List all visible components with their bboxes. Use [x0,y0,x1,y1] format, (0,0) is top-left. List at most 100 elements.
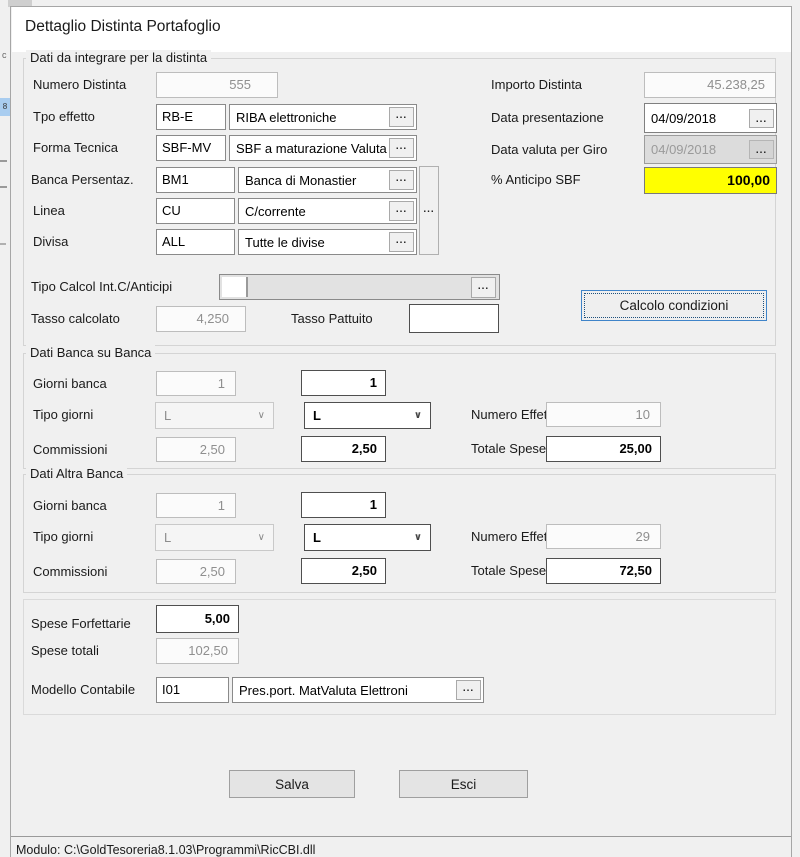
chevron-down-icon: ∨ [414,532,422,543]
chevron-down-icon: ∨ [258,410,265,421]
multi-lookup-button[interactable]: ... [419,166,439,255]
g3-numero-effetti-field: 29 [546,524,661,549]
g2-commissioni-input[interactable]: 2,50 [301,436,386,462]
divisa-label: Divisa [33,229,68,255]
spese-forfettarie-label: Spese Forfettarie [31,611,131,637]
numero-distinta-label: Numero Distinta [33,72,126,98]
data-valuta-giro-calendar-button[interactable]: ... [749,140,774,159]
tasso-pattuito-input[interactable] [409,304,499,333]
g2-commissioni-readonly: 2,50 [156,437,236,462]
tipo-calcolo-field: ... [219,274,500,300]
tipo-effetto-lookup-button[interactable]: ... [389,107,414,127]
forma-tecnica-desc-text: SBF a maturazione Valuta [230,141,389,156]
g3-numero-effetti-label: Numero Effetti [471,524,554,550]
tipo-effetto-code-input[interactable]: RB-E [156,104,226,130]
tasso-calcolato-field: 4,250 [156,306,246,332]
g2-numero-effetti-label: Numero Effetti [471,402,554,428]
data-presentazione-calendar-button[interactable]: ... [749,109,774,128]
g3-totale-spese-input[interactable]: 72,50 [546,558,661,584]
background-tick [0,186,7,188]
banca-presentaz-label: Banca Persentaz. [31,167,134,193]
importo-distinta-label: Importo Distinta [491,72,582,98]
g3-tipo-giorni-label: Tipo giorni [33,524,93,550]
g2-giorni-banca-readonly: 1 [156,371,236,396]
tipo-calcolo-code-input[interactable] [222,277,248,297]
status-module-path: Modulo: C:\GoldTesoreria8.1.03\Programmi… [16,843,315,857]
g3-giorni-banca-readonly: 1 [156,493,236,518]
divisa-lookup-button[interactable]: ... [389,232,414,252]
background-text-fragment: c [2,50,7,60]
g3-tipo-giorni-value: L [313,530,321,545]
esci-button[interactable]: Esci [399,770,528,798]
divisa-desc-field: Tutte le divise ... [238,229,417,255]
linea-lookup-button[interactable]: ... [389,201,414,221]
modello-contabile-lookup-button[interactable]: ... [456,680,481,700]
linea-code-input[interactable]: CU [156,198,235,224]
modello-contabile-desc-field: Pres.port. MatValuta Elettroni ... [232,677,484,703]
data-valuta-giro-label: Data valuta per Giro [491,137,607,163]
g2-tipo-giorni-readonly-combo: L ∨ [155,402,274,429]
modello-contabile-label: Modello Contabile [31,677,135,703]
g3-commissioni-input[interactable]: 2,50 [301,558,386,584]
anticipo-sbf-field[interactable]: 100,00 [644,167,777,194]
spese-totali-field: 102,50 [156,638,239,664]
data-valuta-giro-value: 04/09/2018 [647,142,749,157]
chevron-down-icon: ∨ [258,532,265,543]
g2-commissioni-label: Commissioni [33,437,107,463]
g2-tipo-giorni-combo[interactable]: L ∨ [304,402,431,429]
numero-distinta-field: 555 [156,72,278,98]
linea-label: Linea [33,198,65,224]
g2-tipo-giorni-readonly-value: L [164,408,171,423]
forma-tecnica-lookup-button[interactable]: ... [389,138,414,158]
g3-commissioni-readonly: 2,50 [156,559,236,584]
g2-giorni-banca-label: Giorni banca [33,371,107,397]
g3-totale-spese-label: Totale Spese [471,558,546,584]
data-presentazione-label: Data presentazione [491,105,604,131]
banca-presentaz-desc-field: Banca di Monastier ... [238,167,417,193]
spese-totali-label: Spese totali [31,638,99,664]
status-bar: Modulo: C:\GoldTesoreria8.1.03\Programmi… [11,836,791,857]
linea-desc-field: C/corrente ... [238,198,417,224]
group-dati-banca-su-banca-title: Dati Banca su Banca [26,345,155,360]
data-presentazione-value[interactable]: 04/09/2018 [647,111,749,126]
background-tick [0,243,6,245]
data-presentazione-field[interactable]: 04/09/2018 ... [644,103,777,133]
banca-presentaz-lookup-button[interactable]: ... [389,170,414,190]
g2-numero-effetti-field: 10 [546,402,661,427]
g2-tipo-giorni-label: Tipo giorni [33,402,93,428]
dettaglio-distinta-dialog: Dettaglio Distinta Portafoglio Dati da i… [10,6,792,857]
importo-distinta-field: 45.238,25 [644,72,776,98]
dialog-title: Dettaglio Distinta Portafoglio [25,18,221,36]
data-valuta-giro-field: 04/09/2018 ... [644,135,777,164]
divisa-desc-text: Tutte le divise [239,235,389,250]
spese-forfettarie-input[interactable]: 5,00 [156,605,239,633]
g3-giorni-banca-label: Giorni banca [33,493,107,519]
g3-tipo-giorni-combo[interactable]: L ∨ [304,524,431,551]
forma-tecnica-code-input[interactable]: SBF-MV [156,135,226,161]
banca-presentaz-code-input[interactable]: BM1 [156,167,235,193]
g3-tipo-giorni-readonly-combo: L ∨ [155,524,274,551]
tipo-effetto-label: Tpo effetto [33,104,95,130]
g2-tipo-giorni-value: L [313,408,321,423]
group-dati-altra-banca-title: Dati Altra Banca [26,466,127,481]
tipo-calcolo-label: Tipo Calcol Int.C/Anticipi [31,274,172,300]
divisa-code-input[interactable]: ALL [156,229,235,255]
anticipo-sbf-label: % Anticipo SBF [491,167,581,193]
modello-contabile-desc-text: Pres.port. MatValuta Elettroni [233,683,456,698]
tipo-calcolo-lookup-button[interactable]: ... [471,277,496,298]
g2-totale-spese-input[interactable]: 25,00 [546,436,661,462]
tipo-effetto-desc-field: RIBA elettroniche ... [229,104,417,130]
salva-button[interactable]: Salva [229,770,355,798]
tipo-effetto-desc-text: RIBA elettroniche [230,110,389,125]
background-tick [0,160,7,162]
tasso-calcolato-label: Tasso calcolato [31,306,120,332]
chevron-down-icon: ∨ [414,410,422,421]
g3-commissioni-label: Commissioni [33,559,107,585]
g3-tipo-giorni-readonly-value: L [164,530,171,545]
forma-tecnica-desc-field: SBF a maturazione Valuta ... [229,135,417,161]
calcolo-condizioni-button[interactable]: Calcolo condizioni [581,290,767,321]
g2-giorni-banca-input[interactable]: 1 [301,370,386,396]
screen: c 8 Dettaglio Distinta Portafoglio Dati … [0,0,800,857]
g3-giorni-banca-input[interactable]: 1 [301,492,386,518]
modello-contabile-code-input[interactable]: I01 [156,677,229,703]
